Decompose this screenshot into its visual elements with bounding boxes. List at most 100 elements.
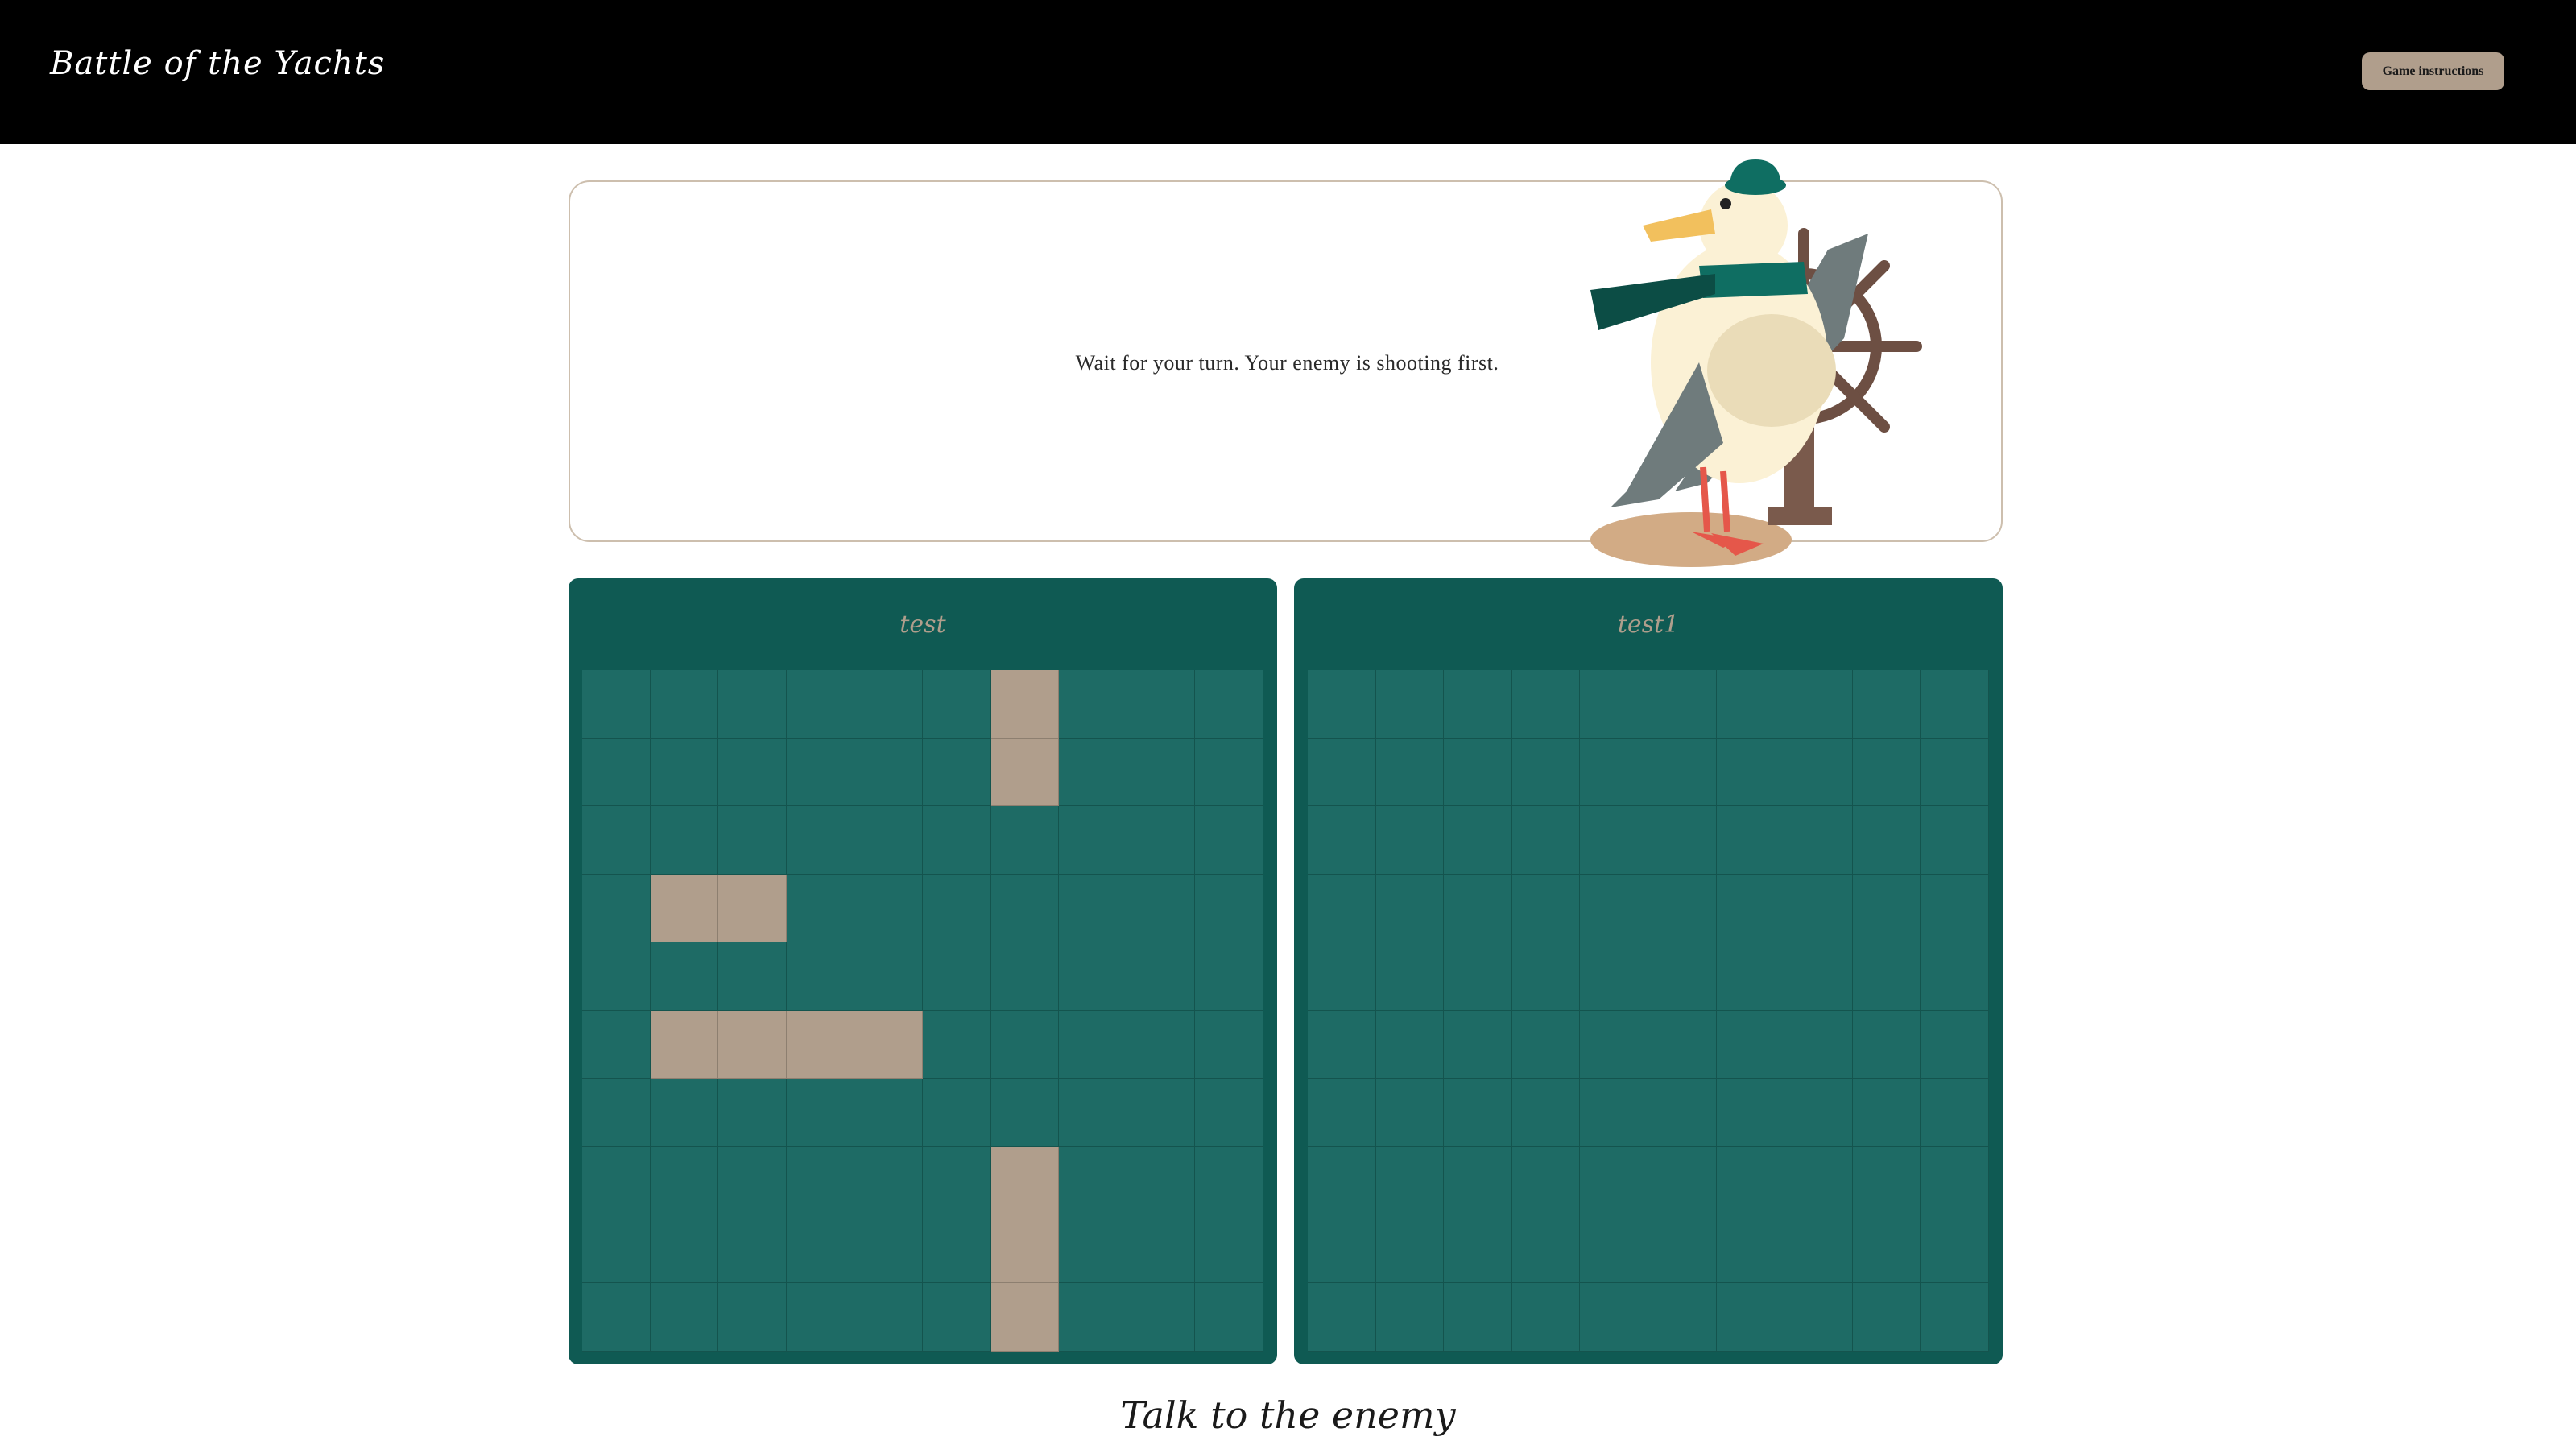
grid-cell[interactable] <box>1444 670 1512 739</box>
grid-cell[interactable] <box>1784 1010 1853 1079</box>
grid-cell[interactable] <box>1308 1215 1376 1284</box>
grid-cell[interactable] <box>1784 806 1853 875</box>
grid-cell[interactable] <box>1511 1078 1581 1148</box>
grid-cell[interactable] <box>1648 1078 1717 1148</box>
grid-cell[interactable] <box>1580 874 1648 943</box>
grid-cell[interactable] <box>1784 1283 1853 1352</box>
grid-cell[interactable] <box>1852 806 1921 875</box>
grid-cell[interactable] <box>1921 1147 1989 1215</box>
grid-cell[interactable] <box>1444 1078 1512 1148</box>
grid-cell[interactable] <box>1375 942 1445 1011</box>
grid-cell[interactable] <box>1580 1078 1648 1148</box>
grid-cell[interactable] <box>1784 738 1853 807</box>
grid-cell[interactable] <box>1580 806 1648 875</box>
grid-cell[interactable] <box>1784 670 1853 739</box>
grid-cell[interactable] <box>1784 1215 1853 1284</box>
grid-cell[interactable] <box>1716 874 1785 943</box>
grid-cell[interactable] <box>1716 942 1785 1011</box>
grid-cell[interactable] <box>1511 1215 1581 1284</box>
grid-cell[interactable] <box>1511 1283 1581 1352</box>
grid-cell[interactable] <box>1444 1215 1512 1284</box>
grid-cell[interactable] <box>1375 806 1445 875</box>
grid-cell[interactable] <box>1511 1010 1581 1079</box>
grid-cell[interactable] <box>1308 1078 1376 1148</box>
grid-cell[interactable] <box>1921 738 1989 807</box>
grid-cell[interactable] <box>1511 874 1581 943</box>
grid-cell[interactable] <box>1716 1283 1785 1352</box>
grid-cell[interactable] <box>1648 738 1717 807</box>
grid-cell[interactable] <box>1784 1078 1853 1148</box>
grid-cell[interactable] <box>1852 1078 1921 1148</box>
grid-cell[interactable] <box>1648 1215 1717 1284</box>
grid-cell[interactable] <box>1716 1215 1785 1284</box>
grid-cell[interactable] <box>1716 1078 1785 1148</box>
grid-cell[interactable] <box>1444 738 1512 807</box>
grid-cell[interactable] <box>1308 738 1376 807</box>
grid-cell[interactable] <box>1716 1147 1785 1215</box>
grid-cell[interactable] <box>1375 1283 1445 1352</box>
grid-cell[interactable] <box>1511 670 1581 739</box>
grid-cell[interactable] <box>1648 1283 1717 1352</box>
grid-cell[interactable] <box>1852 1147 1921 1215</box>
grid-cell[interactable] <box>1716 1010 1785 1079</box>
grid-cell[interactable] <box>1852 670 1921 739</box>
grid-cell[interactable] <box>1921 942 1989 1011</box>
grid-cell[interactable] <box>1648 1147 1717 1215</box>
grid-cell[interactable] <box>1444 1283 1512 1352</box>
app-logo[interactable]: Battle of the Yachts <box>50 45 385 82</box>
grid-cell[interactable] <box>1784 942 1853 1011</box>
grid-cell[interactable] <box>1511 1147 1581 1215</box>
grid-cell[interactable] <box>1308 942 1376 1011</box>
grid-cell[interactable] <box>1852 1215 1921 1284</box>
grid-cell[interactable] <box>1852 1283 1921 1352</box>
grid-cell[interactable] <box>1921 1010 1989 1079</box>
grid-cell[interactable] <box>1308 1283 1376 1352</box>
grid-cell[interactable] <box>1444 1147 1512 1215</box>
grid-cell[interactable] <box>1511 942 1581 1011</box>
grid-cell[interactable] <box>1648 874 1717 943</box>
grid-cell[interactable] <box>1784 1147 1853 1215</box>
grid-cell[interactable] <box>1580 738 1648 807</box>
grid-cell[interactable] <box>1375 1078 1445 1148</box>
grid-cell[interactable] <box>1648 806 1717 875</box>
grid-cell[interactable] <box>1444 874 1512 943</box>
grid-cell[interactable] <box>1444 806 1512 875</box>
grid-cell[interactable] <box>1921 1215 1989 1284</box>
grid-cell[interactable] <box>1580 1147 1648 1215</box>
grid-cell[interactable] <box>1716 806 1785 875</box>
grid-cell[interactable] <box>1580 1010 1648 1079</box>
grid-cell[interactable] <box>1852 738 1921 807</box>
grid-cell[interactable] <box>1308 806 1376 875</box>
game-instructions-button[interactable]: Game instructions <box>2362 52 2504 90</box>
grid-cell[interactable] <box>1852 1010 1921 1079</box>
grid-cell[interactable] <box>1580 942 1648 1011</box>
grid-cell[interactable] <box>1648 670 1717 739</box>
grid-cell[interactable] <box>1921 1283 1989 1352</box>
grid-cell[interactable] <box>1580 670 1648 739</box>
grid-cell[interactable] <box>1375 874 1445 943</box>
grid-cell[interactable] <box>1784 874 1853 943</box>
grid-cell[interactable] <box>1511 738 1581 807</box>
grid-cell[interactable] <box>1375 738 1445 807</box>
grid-cell[interactable] <box>1716 670 1785 739</box>
grid-cell[interactable] <box>1308 670 1376 739</box>
grid-cell[interactable] <box>1308 874 1376 943</box>
grid-cell[interactable] <box>1444 1010 1512 1079</box>
grid-cell[interactable] <box>1375 1010 1445 1079</box>
grid-cell[interactable] <box>1648 1010 1717 1079</box>
grid-cell[interactable] <box>1375 1215 1445 1284</box>
grid-cell[interactable] <box>1921 670 1989 739</box>
grid-cell[interactable] <box>1511 806 1581 875</box>
grid-cell[interactable] <box>1375 1147 1445 1215</box>
grid-cell[interactable] <box>1375 670 1445 739</box>
grid-cell[interactable] <box>1921 874 1989 943</box>
grid-cell[interactable] <box>1921 1078 1989 1148</box>
grid-cell[interactable] <box>1852 942 1921 1011</box>
grid-cell[interactable] <box>1852 874 1921 943</box>
grid-cell[interactable] <box>1444 942 1512 1011</box>
grid-cell[interactable] <box>1648 942 1717 1011</box>
grid-cell[interactable] <box>1716 738 1785 807</box>
grid-cell[interactable] <box>1308 1147 1376 1215</box>
grid-cell[interactable] <box>1580 1215 1648 1284</box>
grid-cell[interactable] <box>1580 1283 1648 1352</box>
